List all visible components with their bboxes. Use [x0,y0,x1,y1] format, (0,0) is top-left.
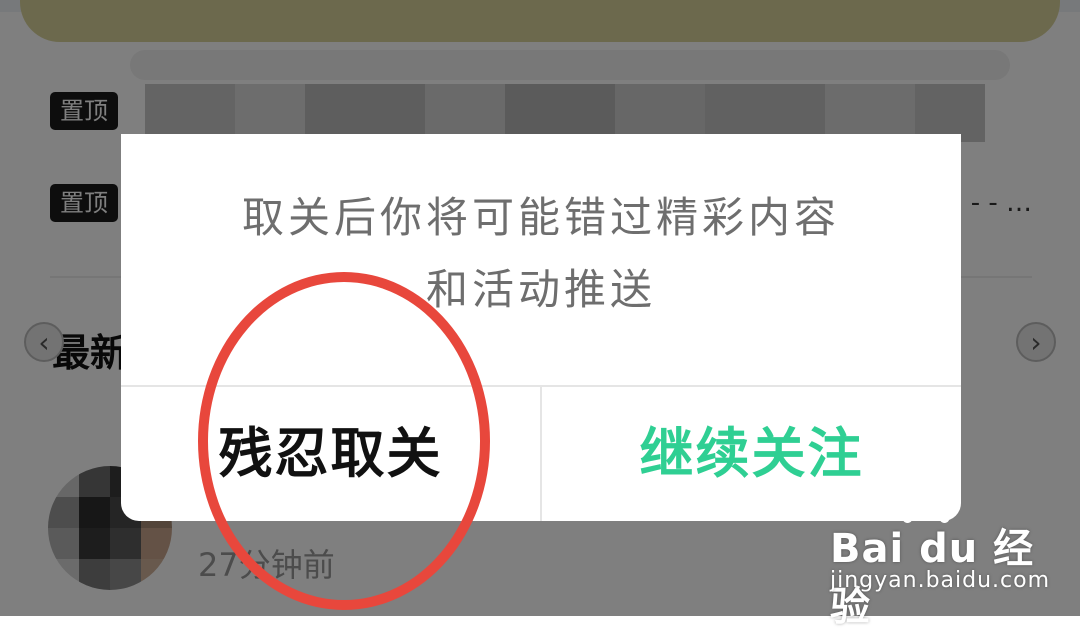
baidu-jingyan-watermark: Bai du 经验 jingyan.baidu.com [830,498,1070,630]
unfollow-button[interactable]: 残忍取关 [121,387,540,521]
dialog-message-line1: 取关后你将可能错过精彩内容 [241,193,840,242]
watermark-url: jingyan.baidu.com [830,568,1051,593]
unfollow-dialog: 取关后你将可能错过精彩内容 和活动推送 残忍取关 继续关注 [121,134,961,521]
dialog-message: 取关后你将可能错过精彩内容 和活动推送 [121,182,961,326]
dialog-message-line2: 和活动推送 [425,265,656,314]
